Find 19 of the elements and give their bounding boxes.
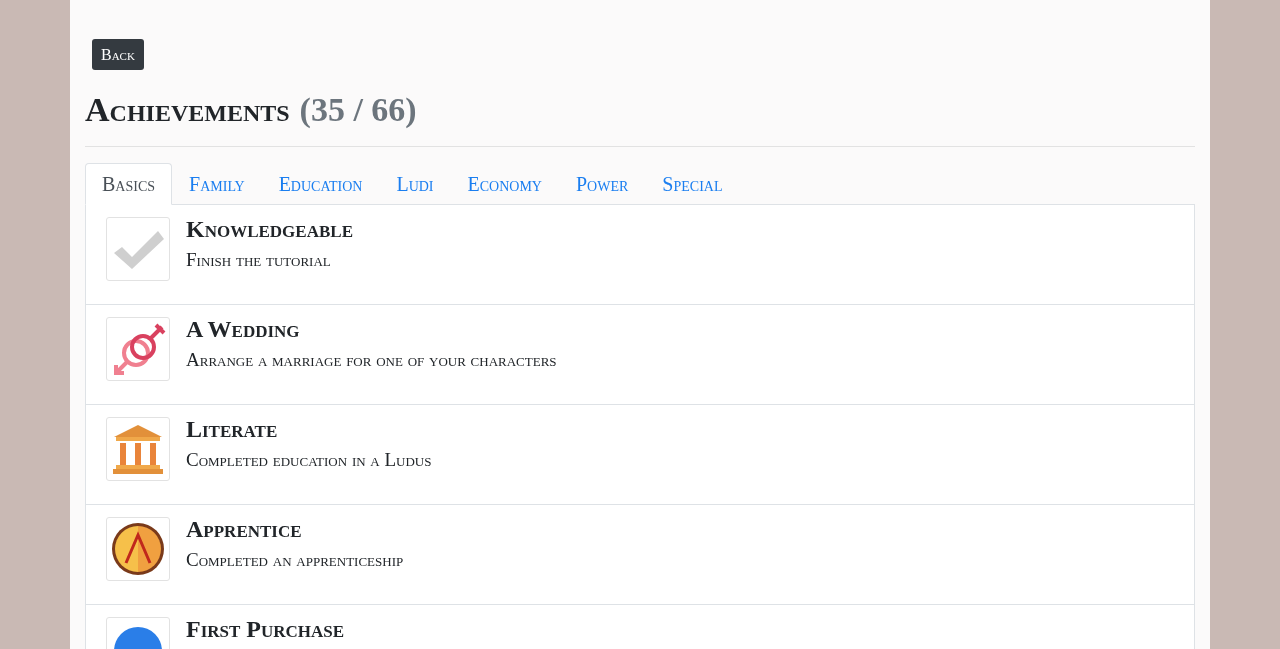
achievement-title: A Wedding bbox=[186, 317, 301, 341]
tab[interactable]: Basics bbox=[85, 163, 173, 205]
tab[interactable]: Ludi bbox=[379, 163, 451, 205]
back-button[interactable]: Back bbox=[92, 39, 144, 70]
achievement-description: Completed an apprenticeship bbox=[186, 548, 404, 572]
achievement-description: Arrange a marriage for one of your characters bbox=[186, 348, 557, 372]
tab[interactable]: Family bbox=[172, 163, 262, 205]
tab[interactable]: Power bbox=[559, 163, 646, 205]
achievement-description: Completed education in a Ludus bbox=[186, 448, 432, 472]
achievement-title: Knowledgeable bbox=[186, 217, 353, 241]
achievement-title: Literate bbox=[186, 417, 279, 441]
achievement-title: Apprentice bbox=[186, 517, 303, 541]
achievement-count: (35 / 66) bbox=[299, 90, 417, 130]
tab[interactable]: Education bbox=[261, 163, 380, 205]
page-title: Achievements bbox=[85, 90, 290, 130]
achievement-description: Finish the tutorial bbox=[186, 248, 332, 272]
tab[interactable]: Special bbox=[645, 163, 740, 205]
achievement-title: First Purchase bbox=[186, 617, 345, 641]
tab[interactable]: Economy bbox=[450, 163, 559, 205]
